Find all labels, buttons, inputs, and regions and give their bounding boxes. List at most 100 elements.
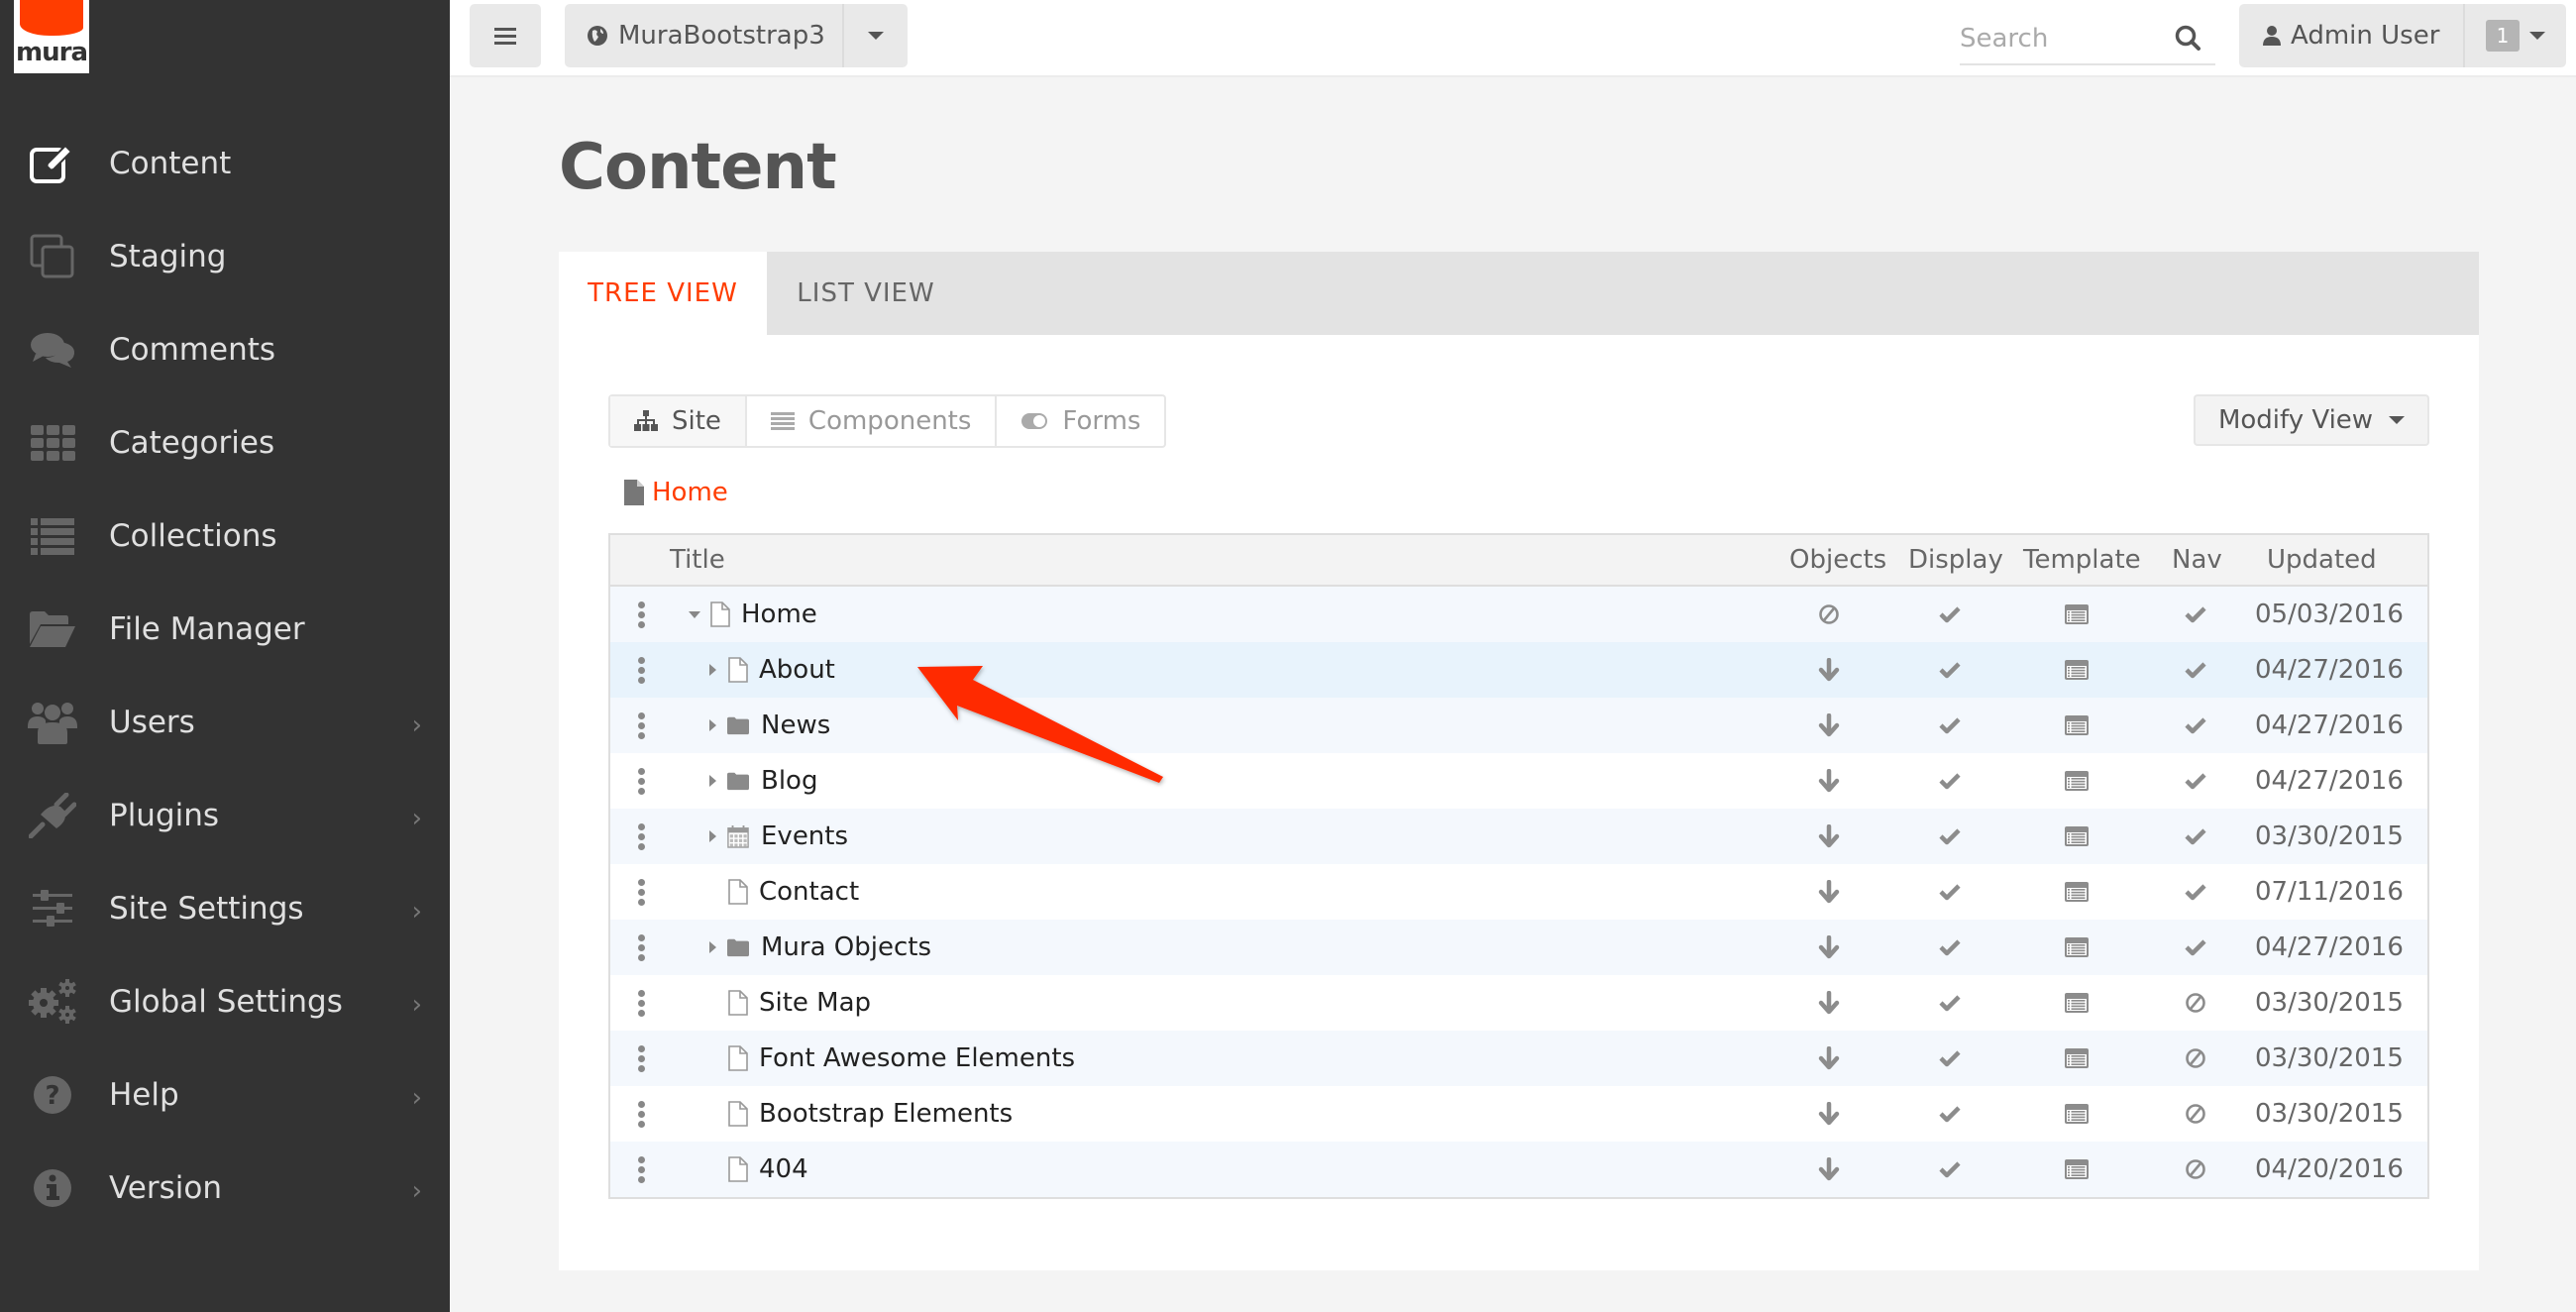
display-cell[interactable] (1910, 642, 1989, 698)
expand-toggle[interactable] (705, 753, 719, 809)
tab-list-view[interactable]: LIST VIEW (767, 252, 965, 335)
sidebar-item-comments[interactable]: Comments (0, 303, 450, 396)
objects-cell[interactable] (1789, 920, 1869, 975)
nav-cell[interactable] (2156, 920, 2235, 975)
template-cell[interactable] (2037, 587, 2116, 642)
objects-cell[interactable] (1789, 1086, 1869, 1142)
notifications-dropdown[interactable]: 1 (2463, 4, 2566, 67)
table-row[interactable]: Contact 07/11/2016 (610, 864, 2427, 920)
row-title[interactable]: News (761, 698, 830, 753)
nav-cell[interactable] (2156, 864, 2235, 920)
display-cell[interactable] (1910, 864, 1989, 920)
display-cell[interactable] (1910, 753, 1989, 809)
nav-cell[interactable] (2156, 975, 2235, 1031)
sidebar-item-help[interactable]: ? Help › (0, 1048, 450, 1142)
user-menu-button[interactable]: Admin User 1 (2239, 4, 2566, 67)
segment-forms[interactable]: Forms (997, 396, 1164, 446)
nav-cell[interactable] (2156, 587, 2235, 642)
sidebar-item-file-manager[interactable]: File Manager (0, 583, 450, 676)
objects-cell[interactable] (1789, 1142, 1869, 1197)
objects-cell[interactable] (1789, 753, 1869, 809)
drag-handle[interactable] (638, 753, 645, 809)
row-title[interactable]: Bootstrap Elements (759, 1086, 1013, 1142)
column-nav[interactable]: Nav (2172, 535, 2222, 585)
drag-handle[interactable] (638, 1142, 645, 1197)
nav-cell[interactable] (2156, 642, 2235, 698)
column-template[interactable]: Template (2023, 535, 2141, 585)
display-cell[interactable] (1910, 698, 1989, 753)
template-cell[interactable] (2037, 642, 2116, 698)
sidebar-item-global-settings[interactable]: Global Settings › (0, 955, 450, 1048)
row-title[interactable]: Home (741, 587, 817, 642)
table-row[interactable]: Site Map 03/30/2015 (610, 975, 2427, 1031)
sidebar-item-staging[interactable]: Staging (0, 210, 450, 303)
drag-handle[interactable] (638, 1086, 645, 1142)
drag-handle[interactable] (638, 809, 645, 864)
drag-handle[interactable] (638, 642, 645, 698)
sidebar-item-content[interactable]: Content (0, 117, 450, 210)
sidebar-item-site-settings[interactable]: Site Settings › (0, 862, 450, 955)
sidebar-item-version[interactable]: Version › (0, 1142, 450, 1235)
template-cell[interactable] (2037, 920, 2116, 975)
template-cell[interactable] (2037, 753, 2116, 809)
objects-cell[interactable] (1789, 698, 1869, 753)
table-row[interactable]: Bootstrap Elements 03/30/2015 (610, 1086, 2427, 1142)
sidebar-item-categories[interactable]: Categories (0, 396, 450, 490)
row-title[interactable]: Blog (761, 753, 817, 809)
drag-handle[interactable] (638, 1031, 645, 1086)
breadcrumb-home[interactable]: Home (652, 478, 728, 507)
table-row[interactable]: News 04/27/2016 (610, 698, 2427, 753)
display-cell[interactable] (1910, 809, 1989, 864)
drag-handle[interactable] (638, 920, 645, 975)
row-title[interactable]: Events (761, 809, 848, 864)
display-cell[interactable] (1910, 1142, 1989, 1197)
row-title[interactable]: About (759, 642, 835, 698)
expand-toggle[interactable] (705, 698, 719, 753)
search-input[interactable] (1960, 24, 2158, 54)
row-title[interactable]: Site Map (759, 975, 871, 1031)
objects-cell[interactable] (1789, 642, 1869, 698)
display-cell[interactable] (1910, 1031, 1989, 1086)
row-title[interactable]: Contact (759, 864, 859, 920)
drag-handle[interactable] (638, 864, 645, 920)
row-title[interactable]: 404 (759, 1142, 808, 1197)
segment-components[interactable]: Components (747, 396, 998, 446)
objects-cell[interactable] (1789, 1031, 1869, 1086)
table-row[interactable]: About 04/27/2016 (610, 642, 2427, 698)
table-row[interactable]: Home 05/03/2016 (610, 587, 2427, 642)
site-dropdown-toggle[interactable] (842, 4, 908, 67)
expand-toggle[interactable] (705, 920, 719, 975)
table-row[interactable]: Events 03/30/2015 (610, 809, 2427, 864)
objects-cell[interactable] (1789, 809, 1869, 864)
table-row[interactable]: Mura Objects 04/27/2016 (610, 920, 2427, 975)
sidebar-item-collections[interactable]: Collections (0, 490, 450, 583)
display-cell[interactable] (1910, 1086, 1989, 1142)
nav-cell[interactable] (2156, 1086, 2235, 1142)
template-cell[interactable] (2037, 975, 2116, 1031)
nav-cell[interactable] (2156, 698, 2235, 753)
sidebar-item-plugins[interactable]: Plugins › (0, 769, 450, 862)
table-row[interactable]: 404 04/20/2016 (610, 1142, 2427, 1197)
template-cell[interactable] (2037, 864, 2116, 920)
objects-cell[interactable] (1789, 587, 1869, 642)
objects-cell[interactable] (1789, 975, 1869, 1031)
template-cell[interactable] (2037, 809, 2116, 864)
mura-logo[interactable]: mura (14, 0, 89, 73)
template-cell[interactable] (2037, 698, 2116, 753)
column-title[interactable]: Title (670, 535, 725, 585)
expand-toggle[interactable] (705, 642, 719, 698)
row-title[interactable]: Mura Objects (761, 920, 931, 975)
row-title[interactable]: Font Awesome Elements (759, 1031, 1075, 1086)
display-cell[interactable] (1910, 920, 1989, 975)
tab-tree-view[interactable]: TREE VIEW (559, 252, 767, 335)
drag-handle[interactable] (638, 698, 645, 753)
search-icon[interactable] (2174, 24, 2201, 52)
template-cell[interactable] (2037, 1031, 2116, 1086)
nav-cell[interactable] (2156, 753, 2235, 809)
drag-handle[interactable] (638, 975, 645, 1031)
template-cell[interactable] (2037, 1086, 2116, 1142)
drag-handle[interactable] (638, 587, 645, 642)
collapse-toggle[interactable] (688, 587, 701, 642)
table-row[interactable]: Font Awesome Elements 03/30/2015 (610, 1031, 2427, 1086)
column-updated[interactable]: Updated (2267, 535, 2377, 585)
